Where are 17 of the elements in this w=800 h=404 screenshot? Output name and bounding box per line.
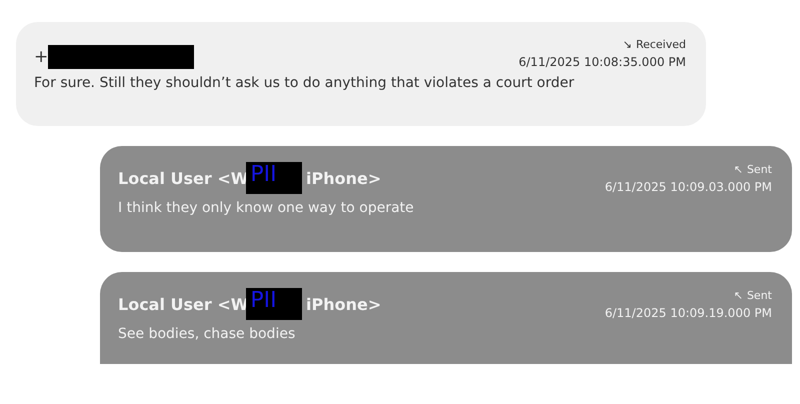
redaction-box: PII (246, 288, 302, 320)
sender-name: iPhone> (304, 168, 382, 188)
timestamp: 6/11/2025 10:09.19.000 PM (604, 306, 772, 320)
status-label: Received (636, 38, 686, 51)
redaction-box: PII (246, 162, 302, 194)
timestamp: 6/11/2025 10:09.03.000 PM (604, 180, 772, 194)
status-icon: ↖ (734, 289, 743, 302)
timestamp: 6/11/2025 10:08:35.000 PM (518, 55, 686, 69)
status-icon: ↖ (734, 163, 743, 176)
status-icon: ↘ (622, 38, 632, 51)
status-label: Sent (746, 289, 772, 302)
status-label: Sent (746, 163, 772, 176)
message-text: See bodies, chase bodies (118, 326, 296, 342)
sender-name: iPhone> (304, 294, 382, 314)
message-text: For sure. Still they shouldn’t ask us to do anything that violates a court order (34, 75, 576, 91)
sender-name: + (34, 47, 48, 67)
message-text: I think they only know one way to operate (118, 200, 415, 216)
